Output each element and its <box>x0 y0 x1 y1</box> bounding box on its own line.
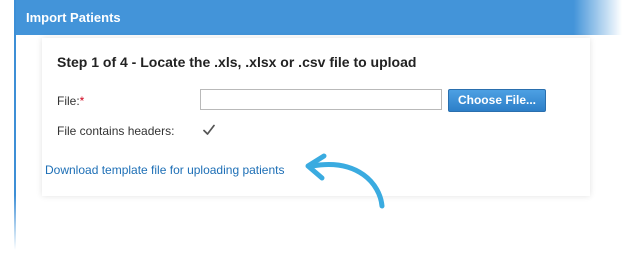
step-heading: Step 1 of 4 - Locate the .xls, .xlsx or … <box>57 54 417 70</box>
import-patients-dialog: Import Patients Step 1 of 4 - Locate the… <box>14 0 622 250</box>
choose-file-button[interactable]: Choose File... <box>448 89 546 112</box>
dialog-title: Import Patients <box>26 10 121 25</box>
file-label: File:* <box>57 94 84 108</box>
dialog-title-bar: Import Patients <box>16 0 622 35</box>
file-label-text: File: <box>57 94 80 108</box>
required-marker: * <box>79 94 85 108</box>
headers-label: File contains headers: <box>57 124 175 138</box>
curved-arrow-icon <box>305 153 385 209</box>
headers-checkbox[interactable] <box>202 123 216 137</box>
file-path-input[interactable] <box>200 89 442 110</box>
checkmark-icon <box>203 124 215 135</box>
download-template-link[interactable]: Download template file for uploading pat… <box>45 163 284 177</box>
